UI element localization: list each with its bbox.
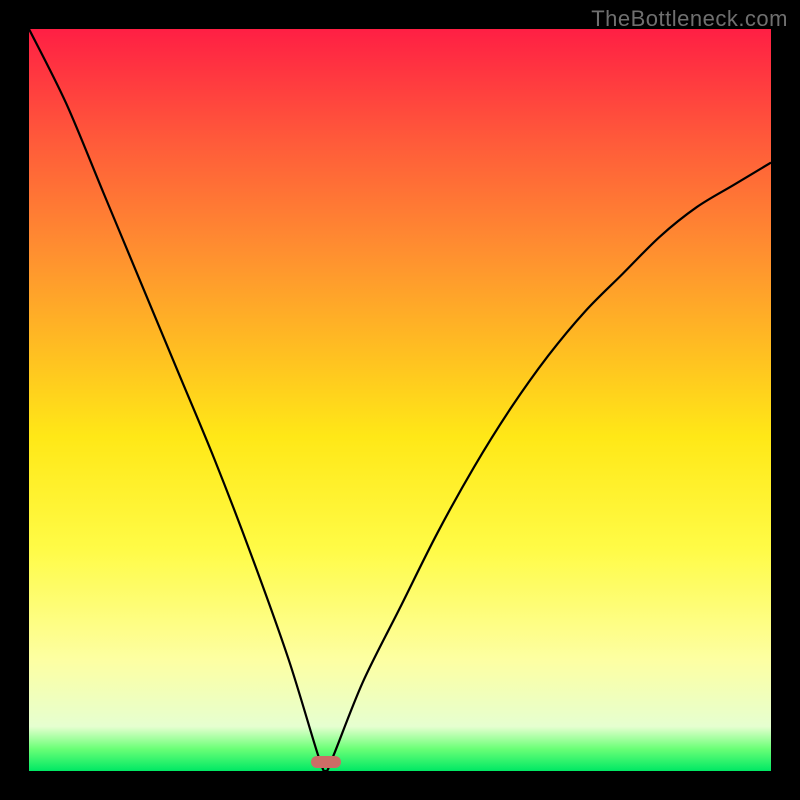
optimal-point-marker — [311, 756, 341, 768]
chart-plot-area — [29, 29, 771, 771]
bottleneck-curve — [29, 29, 771, 771]
watermark-text: TheBottleneck.com — [591, 6, 788, 32]
